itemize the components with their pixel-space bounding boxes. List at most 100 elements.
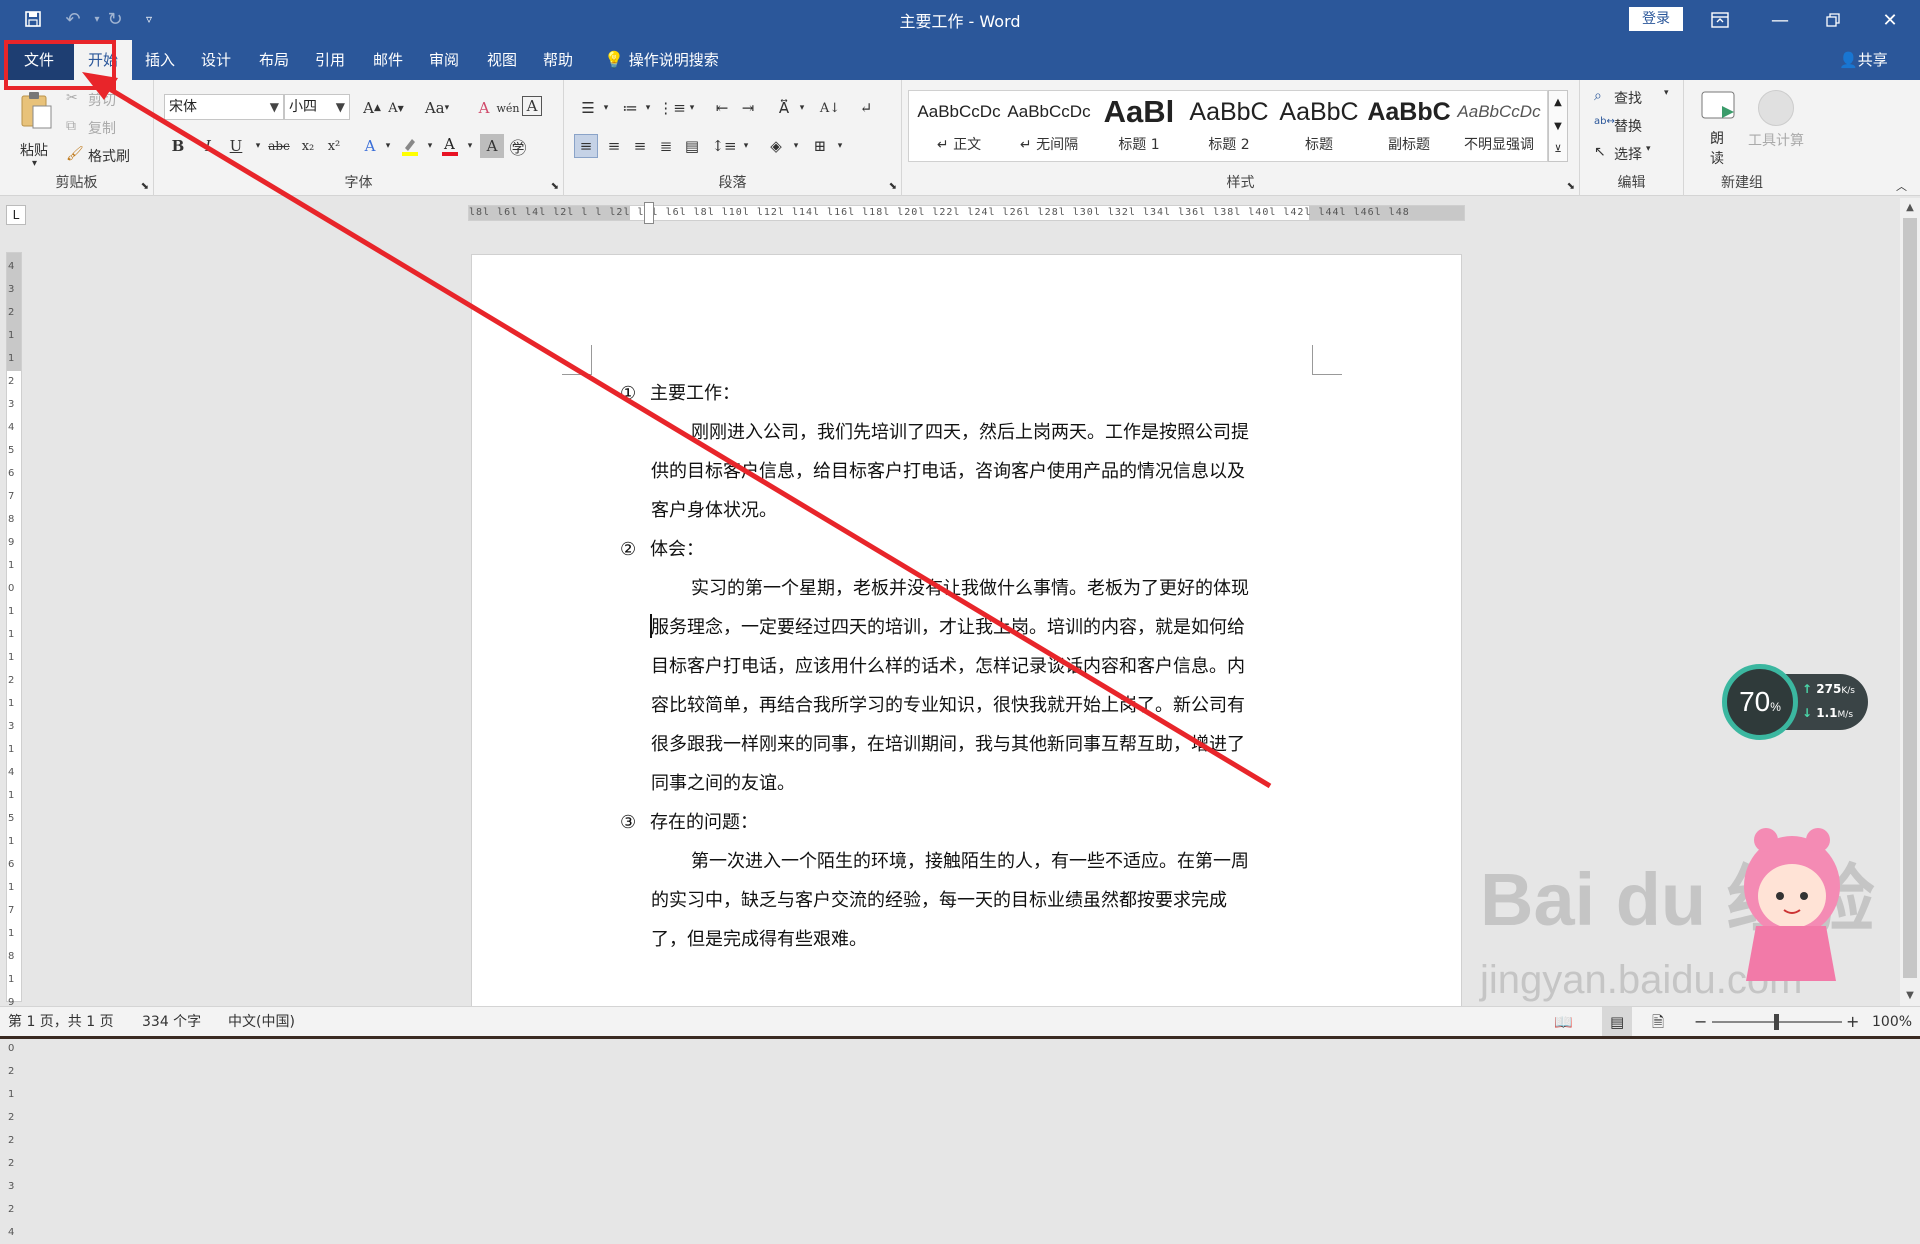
character-shading-icon[interactable]: A (480, 134, 504, 158)
upload-unit: K/s (1841, 686, 1855, 696)
replace-button[interactable]: ab↔ 替换 (1594, 116, 1678, 138)
find-button[interactable]: ⌕ 查找 ▾ (1594, 88, 1678, 110)
indent-marker[interactable] (644, 202, 654, 224)
change-case-button[interactable]: Aa ▾ (420, 96, 454, 120)
line-spacing-icon[interactable]: ↕≡ (711, 134, 736, 158)
copy-button[interactable]: ⧉ 复制 (64, 118, 144, 140)
collapse-ribbon-icon[interactable]: ︿ (1896, 178, 1907, 194)
font-color-dropdown-icon[interactable]: ▾ (458, 134, 482, 158)
style-subtle-emphasis[interactable]: AaBbCcDc 不明显强调 (1454, 94, 1544, 158)
paste-button[interactable]: 粘贴 ▾ (14, 90, 60, 174)
character-border-icon[interactable]: A (522, 96, 542, 116)
style-name: 标题 1 (1118, 137, 1160, 153)
paragraph-line: 第一次进入一个陌生的环境，接触陌生的人，有一些不适应。在第一周 (691, 851, 1249, 872)
dialog-launcher-icon[interactable]: ⬊ (551, 181, 559, 192)
dialog-launcher-icon[interactable]: ⬊ (1567, 181, 1575, 192)
tab-mailings[interactable]: 邮件 (362, 40, 414, 80)
more-styles-icon[interactable]: ⊻ (1549, 139, 1567, 161)
tab-insert[interactable]: 插入 (134, 40, 186, 80)
upload-speed: 275 (1816, 682, 1842, 696)
align-center-icon[interactable]: ≡ (602, 134, 626, 158)
scroll-down-icon[interactable]: ▼ (1549, 115, 1567, 139)
borders-dropdown-icon[interactable]: ▾ (828, 134, 852, 158)
zoom-level[interactable]: 100% (1872, 1007, 1912, 1037)
underline-button[interactable]: U (224, 134, 248, 158)
minimize-icon[interactable]: — (1750, 0, 1810, 40)
decrease-indent-icon[interactable]: ⇤ (710, 96, 734, 120)
enclose-characters-icon[interactable]: ㊫ (506, 134, 530, 159)
dialog-launcher-icon[interactable]: ⬊ (889, 181, 897, 192)
numbering-dropdown-icon[interactable]: ▾ (636, 96, 660, 120)
chinese-layout-dropdown-icon[interactable]: ▾ (790, 96, 814, 120)
increase-indent-icon[interactable]: ⇥ (736, 96, 760, 120)
sort-icon[interactable]: A↓ (818, 96, 842, 120)
italic-button[interactable]: I (196, 134, 220, 158)
tab-view[interactable]: 视图 (476, 40, 528, 80)
shrink-font-icon[interactable]: A ▼ (384, 96, 408, 120)
horizontal-ruler[interactable]: l8l l6l l4l l2l l l l2l l4l l6l l8l l10l… (468, 202, 1465, 224)
vertical-ruler[interactable]: 4 3 2 1 1 2 3 4 5 6 7 8 9 10 11 12 13 14… (6, 252, 22, 1238)
share-button[interactable]: 👤共享 (1839, 40, 1888, 80)
style-heading-1[interactable]: AaBl 标题 1 (1094, 94, 1184, 158)
section-heading: ② 体会： (620, 530, 704, 569)
network-speed-widget[interactable]: ↑ 275K/s ↓ 1.1M/s 70% (1722, 664, 1870, 740)
phonetic-guide-icon[interactable]: wén (496, 96, 520, 120)
line-spacing-dropdown-icon[interactable]: ▾ (734, 134, 758, 158)
style-heading-2[interactable]: AaBbC 标题 2 (1184, 94, 1274, 158)
strikethrough-button[interactable]: abc (264, 134, 294, 158)
font-size-combo[interactable]: 小四 ▼ (284, 94, 350, 120)
replace-icon: ab↔ (1594, 116, 1615, 127)
tab-references[interactable]: 引用 (304, 40, 356, 80)
calc-button[interactable]: 工具计算 (1746, 90, 1804, 150)
scroll-up-icon[interactable]: ▲ (1900, 198, 1920, 218)
bold-button[interactable]: B (166, 134, 190, 158)
tab-layout[interactable]: 布局 (248, 40, 300, 80)
shading-dropdown-icon[interactable]: ▾ (784, 134, 808, 158)
justify-icon[interactable]: ≣ (654, 134, 678, 158)
style-normal[interactable]: AaBbCcDc ↵ 正文 (914, 94, 1004, 158)
distributed-icon[interactable]: ▤ (680, 134, 704, 158)
cut-button[interactable]: ✂ 剪切 (64, 90, 144, 112)
select-button[interactable]: ↖ 选择 ▾ (1594, 144, 1678, 166)
ribbon-display-options-icon[interactable] (1690, 0, 1750, 40)
tab-stop-selector[interactable]: L (6, 205, 26, 225)
login-button[interactable]: 登录 (1629, 7, 1683, 31)
style-subtitle[interactable]: AaBbC 副标题 (1364, 94, 1454, 158)
scroll-up-icon[interactable]: ▲ (1549, 91, 1567, 115)
superscript-button[interactable]: x² (322, 134, 346, 158)
language-indicator[interactable]: 中文(中国) (228, 1007, 295, 1037)
align-left-icon[interactable]: ≡ (574, 134, 598, 158)
style-no-spacing[interactable]: AaBbCcDc ↵ 无间隔 (1004, 94, 1094, 158)
tab-help[interactable]: 帮助 (532, 40, 584, 80)
tab-design[interactable]: 设计 (190, 40, 242, 80)
bullets-dropdown-icon[interactable]: ▾ (594, 96, 618, 120)
show-marks-icon[interactable]: ↵ (854, 96, 878, 120)
font-name-combo[interactable]: 宋体 ▼ (164, 94, 284, 120)
restore-icon[interactable] (1803, 0, 1863, 40)
style-title[interactable]: AaBbC 标题 (1274, 94, 1364, 158)
text-effects-dropdown-icon[interactable]: ▾ (376, 134, 400, 158)
tab-review[interactable]: 审阅 (418, 40, 470, 80)
styles-group: AaBbCcDc ↵ 正文 AaBbCcDc ↵ 无间隔 AaBl 标题 1 A… (902, 80, 1580, 196)
scroll-down-icon[interactable]: ▼ (1900, 986, 1920, 1006)
align-right-icon[interactable]: ≡ (628, 134, 652, 158)
document-page[interactable]: ① 主要工作： 刚刚进入公司，我们先培训了四天，然后上岗两天。工作是按照公司提 供的目… (471, 254, 1462, 1014)
style-preview: AaBbCcDc (917, 102, 1001, 121)
vertical-scrollbar[interactable]: ▲ ▼ (1900, 198, 1920, 1006)
clear-formatting-icon[interactable]: A (472, 96, 496, 120)
ruler-ticks: 4 3 2 1 1 2 3 4 5 6 7 8 9 10 11 12 13 14… (8, 261, 15, 1238)
subscript-button[interactable]: x₂ (296, 134, 320, 158)
lightbulb-icon: 💡 (604, 50, 624, 69)
tell-me-search[interactable]: 💡 操作说明搜索 (604, 40, 719, 80)
close-icon[interactable]: ✕ (1860, 0, 1920, 40)
page-count[interactable]: 第 1 页，共 1 页 (8, 1007, 114, 1037)
word-count[interactable]: 334 个字 (142, 1007, 201, 1037)
replace-label: 替换 (1614, 119, 1642, 135)
font-size-value: 小四 (289, 99, 317, 115)
dialog-launcher-icon[interactable]: ⬊ (141, 181, 149, 192)
grow-font-icon[interactable]: A ▲ (360, 96, 384, 120)
scrollbar-thumb[interactable] (1903, 218, 1917, 978)
format-painter-button[interactable]: 🖌 格式刷 (64, 146, 144, 168)
multilevel-dropdown-icon[interactable]: ▾ (680, 96, 704, 120)
read-aloud-button[interactable]: 朗 读 (1700, 90, 1740, 174)
